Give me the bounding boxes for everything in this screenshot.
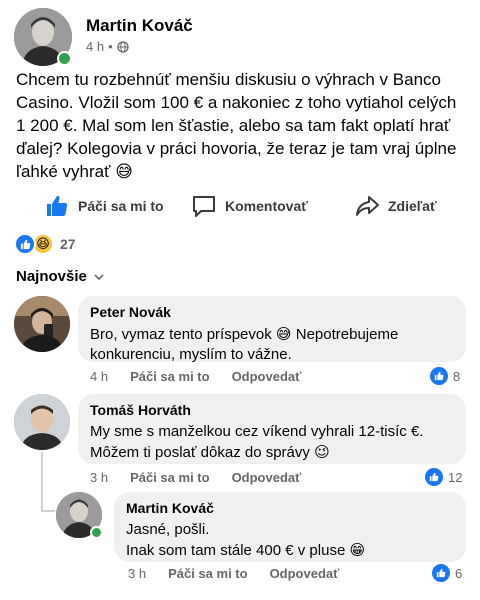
like-reaction-icon <box>14 233 36 255</box>
comment-text: My sme s manželkou cez víkend vyhrali 12… <box>90 422 454 463</box>
comment-bubble: Tomáš Horváth My sme s manželkou cez vík… <box>78 394 466 464</box>
share-icon <box>356 196 379 216</box>
chevron-down-icon <box>94 273 104 280</box>
comment-like-link[interactable]: Páči sa mi to <box>130 470 209 485</box>
avatar-image <box>14 394 70 450</box>
share-button[interactable]: Zdieľať <box>354 186 437 226</box>
grin-emoji: 😁 <box>349 541 366 559</box>
like-button-label: Páči sa mi to <box>78 198 164 214</box>
avatar[interactable] <box>14 296 70 352</box>
post-body: Chcem tu rozbehnúť menšiu diskusiu o výh… <box>16 70 457 181</box>
comment-button[interactable]: Komentovať <box>191 186 308 226</box>
comment-reply-link[interactable]: Odpovedať <box>232 369 302 384</box>
comment-like-link[interactable]: Páči sa mi to <box>168 566 247 581</box>
reply-thread-connector <box>41 510 55 512</box>
comment-like-count: 12 <box>448 469 463 485</box>
comment-meta: 4 h Páči sa mi to Odpovedať <box>90 369 301 384</box>
comment-icon <box>193 196 215 217</box>
sweat-smile-emoji: 😅 <box>115 162 133 182</box>
post-time[interactable]: 4 h <box>86 39 104 54</box>
globe-icon <box>116 40 129 53</box>
comment-likes[interactable]: 12 <box>425 468 462 486</box>
comment-reply-link[interactable]: Odpovedať <box>232 470 302 485</box>
comment-like-count: 6 <box>455 565 463 581</box>
post-text: Chcem tu rozbehnúť menšiu diskusiu o výh… <box>16 68 466 184</box>
like-reaction-icon <box>432 564 450 582</box>
like-reaction-icon <box>430 367 448 385</box>
comment-likes[interactable]: 8 <box>430 367 460 385</box>
comment-text: Bro, vymaz tento príspevok 😅 Nepotrebuje… <box>90 324 454 365</box>
like-button[interactable]: Páči sa mi to <box>44 186 164 226</box>
post-author-name[interactable]: Martin Kováč <box>86 16 193 36</box>
comment-like-link[interactable]: Páči sa mi to <box>130 369 209 384</box>
comment-time[interactable]: 3 h <box>90 470 108 485</box>
comment-body: My sme s manželkou cez víkend vyhrali 12… <box>90 423 424 440</box>
comment-sort-dropdown[interactable]: Najnovšie <box>16 268 105 285</box>
reply-thread-line <box>41 452 43 512</box>
comment-body-continued: Môžem ti poslať dôkaz do správy <box>90 444 310 461</box>
comment-meta: 3 h Páči sa mi to Odpovedať <box>90 470 301 485</box>
action-bar: Páči sa mi to Komentovať Zdieľať <box>0 186 480 226</box>
thumbs-up-icon <box>47 195 68 216</box>
comment-text: Jasné, pošli. Inak som tam stále 400 € v… <box>126 520 454 561</box>
sweat-smile-emoji: 😅 <box>275 325 292 343</box>
comment-reply-link[interactable]: Odpovedať <box>270 566 340 581</box>
reactions-summary[interactable]: 😆 27 <box>14 230 76 258</box>
comment-bubble: Peter Novák Bro, vymaz tento príspevok 😅… <box>78 296 466 365</box>
wink-emoji: 😉 <box>314 443 330 461</box>
meta-separator: • <box>108 39 113 54</box>
share-button-label: Zdieľať <box>388 198 437 214</box>
comment-button-label: Komentovať <box>225 198 308 214</box>
like-reaction-icon <box>425 468 443 486</box>
online-status-dot <box>90 526 103 539</box>
post-header: Martin Kováč 4 h • <box>14 8 466 66</box>
sort-label: Najnovšie <box>16 268 87 285</box>
comment-like-count: 8 <box>453 368 461 384</box>
avatar[interactable] <box>14 394 70 450</box>
comment-meta: 3 h Páči sa mi to Odpovedať <box>128 566 339 581</box>
post-meta: 4 h • <box>86 39 129 54</box>
comment-body-continued: Inak som tam stále 400 € v pluse <box>126 542 346 559</box>
reaction-count: 27 <box>60 236 76 252</box>
comment-body: Bro, vymaz tento príspevok <box>90 326 272 343</box>
comment-author[interactable]: Tomáš Horváth <box>90 402 454 418</box>
comment-time[interactable]: 4 h <box>90 369 108 384</box>
comment-body: Jasné, pošli. <box>126 521 210 538</box>
comment-likes[interactable]: 6 <box>432 564 462 582</box>
avatar-image <box>14 296 70 352</box>
online-status-dot <box>57 51 72 66</box>
comment-time[interactable]: 3 h <box>128 566 146 581</box>
comment-author[interactable]: Martin Kováč <box>126 500 454 516</box>
comment-bubble: Martin Kováč Jasné, pošli. Inak som tam … <box>114 492 466 562</box>
comment-author[interactable]: Peter Novák <box>90 304 454 320</box>
